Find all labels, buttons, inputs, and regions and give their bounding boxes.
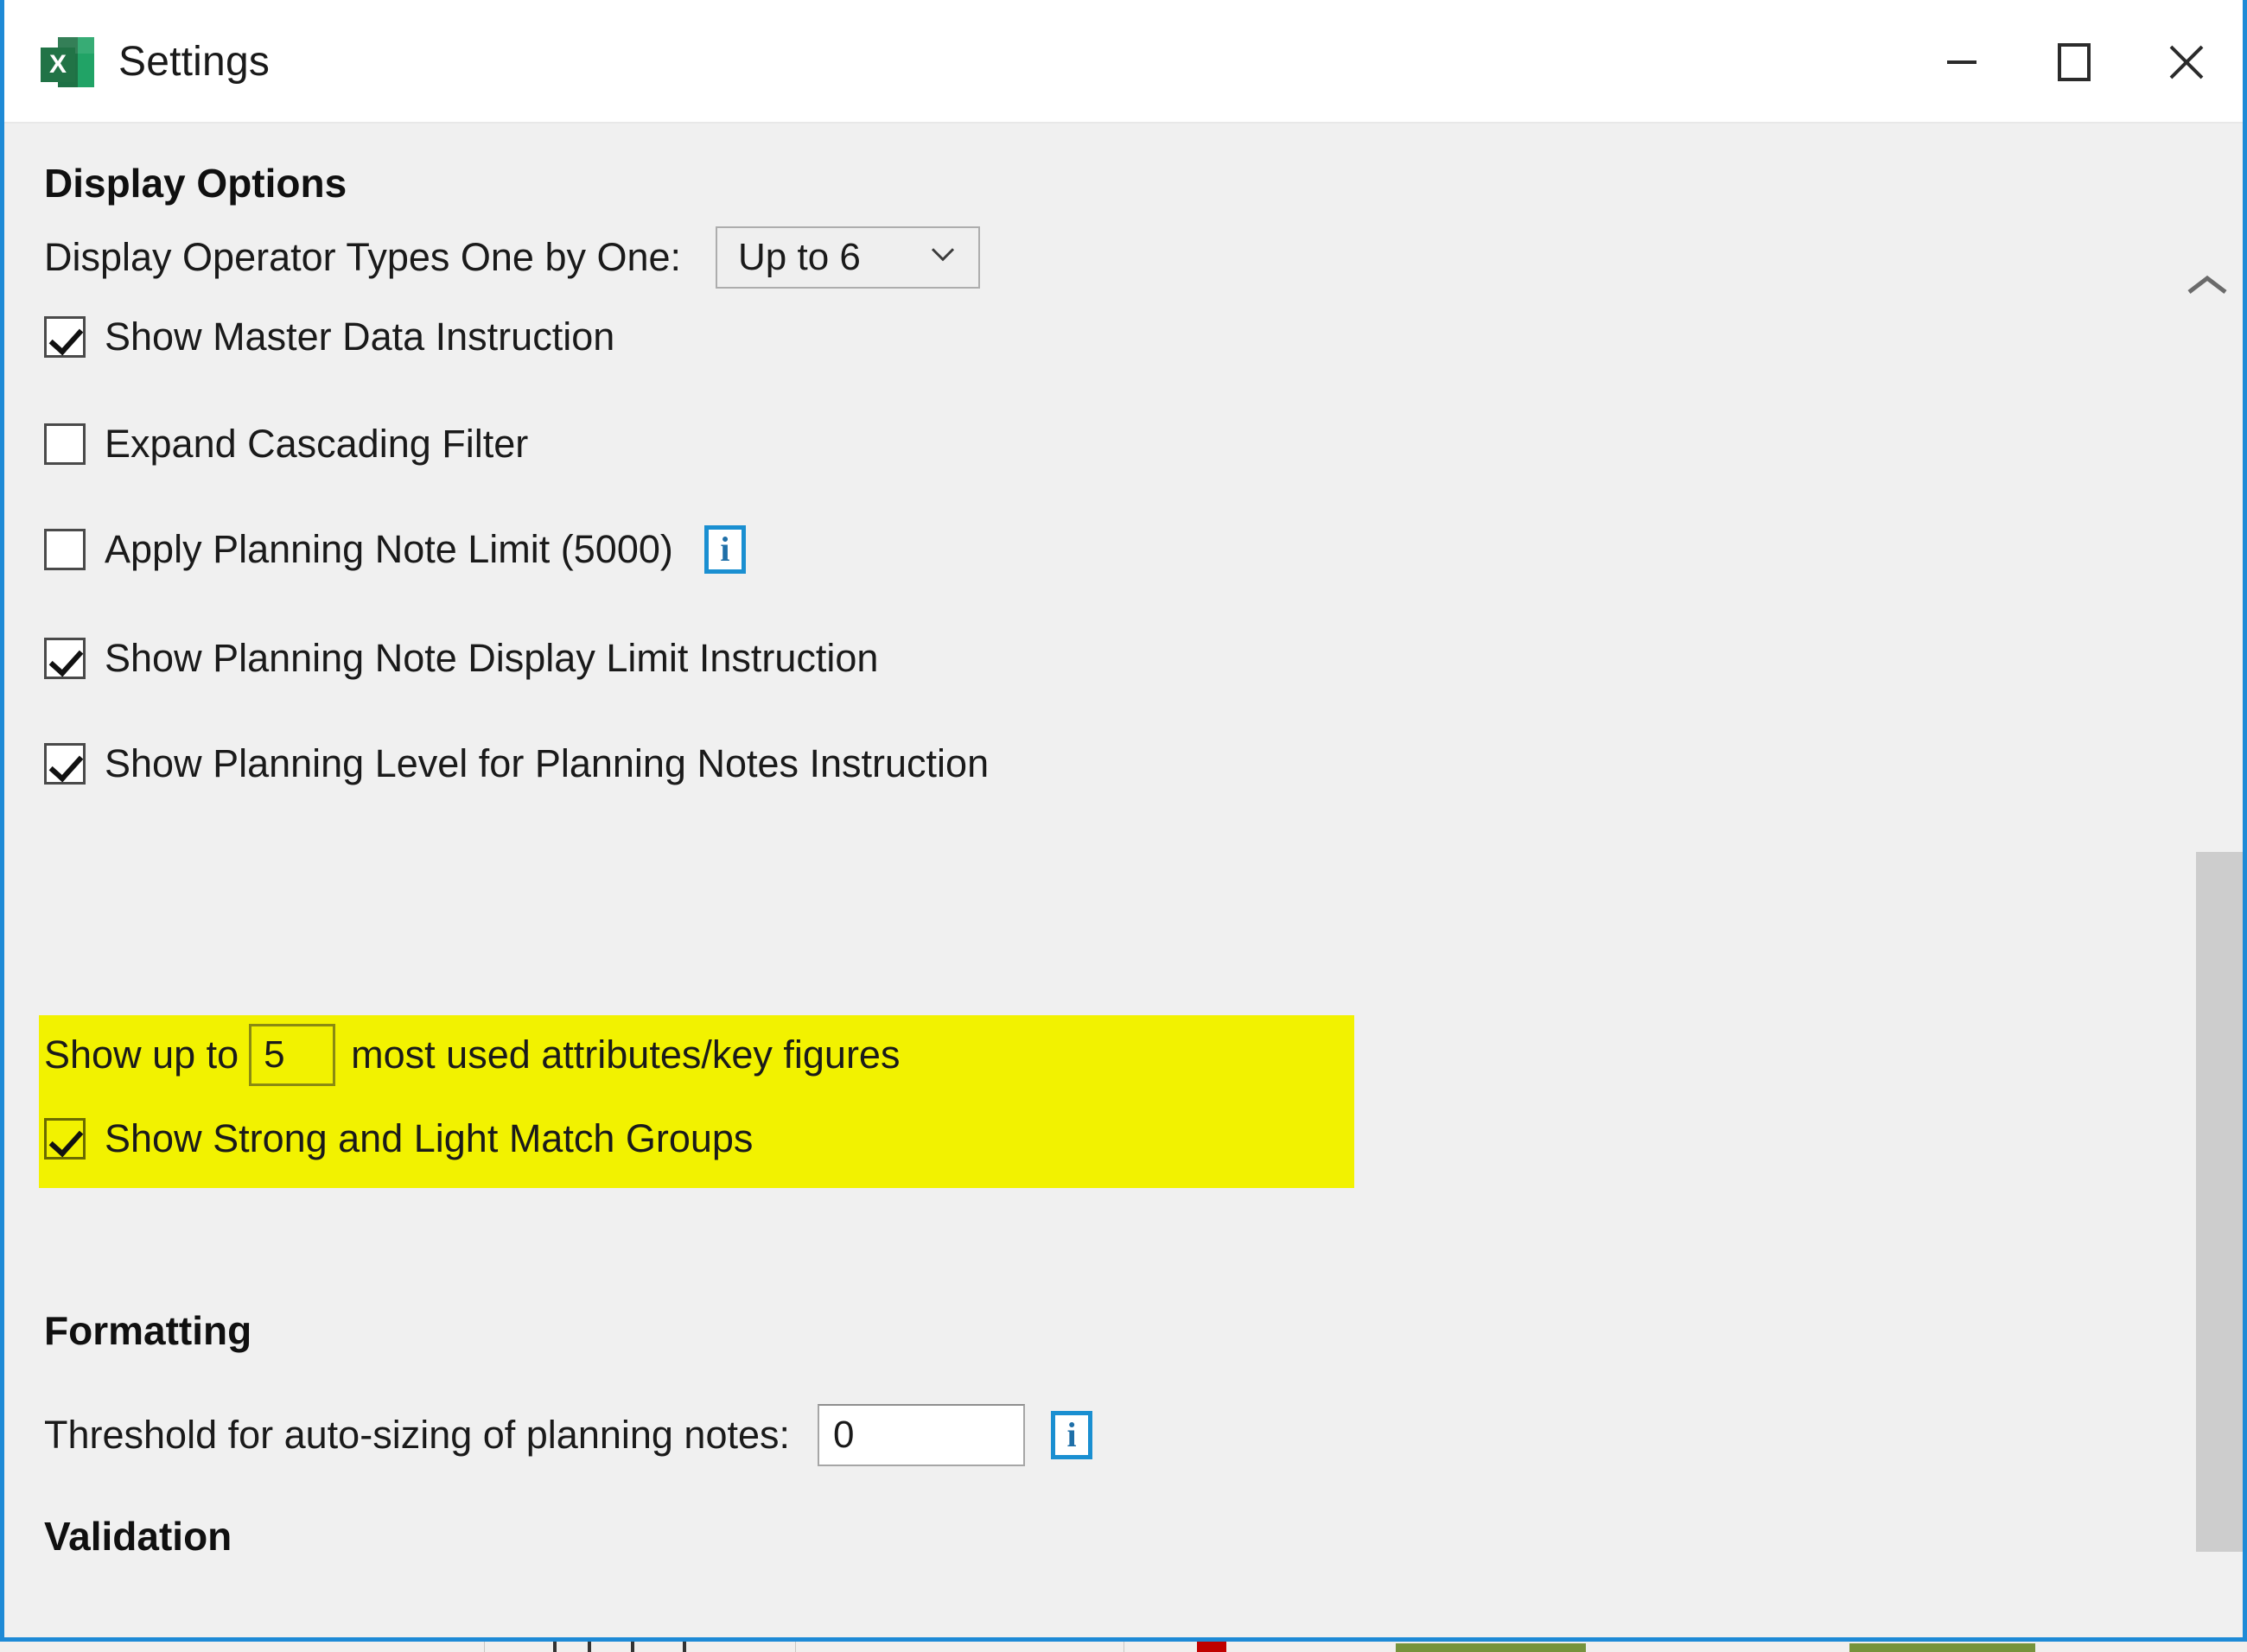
- checkbox-label: Apply Planning Note Limit (5000): [105, 527, 673, 572]
- display-operator-types-value: Up to 6: [738, 236, 861, 279]
- checkbox-label: Expand Cascading Filter: [105, 422, 528, 467]
- show-up-to-prefix-label: Show up to: [44, 1032, 239, 1077]
- excel-icon-tile: X: [41, 48, 75, 82]
- scroll-up-button[interactable]: [2172, 247, 2243, 325]
- checkbox-label: Show Planning Level for Planning Notes I…: [105, 741, 989, 786]
- row-display-operator-types: Display Operator Types One by One: Up to…: [44, 210, 980, 305]
- threshold-input[interactable]: 0: [818, 1404, 1025, 1466]
- host-bar-red: [1197, 1640, 1226, 1652]
- chevron-up-icon: [2184, 273, 2231, 299]
- checkbox-label: Show Master Data Instruction: [105, 315, 614, 359]
- info-icon-planning-note-limit[interactable]: i: [704, 525, 746, 574]
- excel-icon: X: [41, 35, 94, 89]
- title-bar: X Settings: [4, 0, 2243, 124]
- row-expand-cascading-filter[interactable]: Expand Cascading Filter: [44, 417, 528, 471]
- row-threshold-auto-sizing: Threshold for auto-sizing of planning no…: [44, 1401, 1092, 1470]
- window-title: Settings: [118, 38, 270, 86]
- window-controls: [1906, 0, 2243, 124]
- minimize-icon: [1942, 42, 1982, 82]
- excel-icon-letter: X: [49, 52, 67, 78]
- minimize-button[interactable]: [1906, 0, 2018, 124]
- checkbox-show-planning-note-display-limit-instruction[interactable]: [44, 638, 86, 679]
- row-apply-planning-note-limit[interactable]: Apply Planning Note Limit (5000) i: [44, 523, 746, 576]
- most-used-count-input[interactable]: 5: [249, 1024, 335, 1086]
- close-icon: [2164, 40, 2209, 85]
- checkbox-label: Show Strong and Light Match Groups: [105, 1116, 753, 1161]
- info-icon-glyph: i: [720, 532, 729, 567]
- vertical-scrollbar[interactable]: [2172, 247, 2243, 1642]
- row-show-planning-note-display-limit-instruction[interactable]: Show Planning Note Display Limit Instruc…: [44, 632, 878, 685]
- threshold-label: Threshold for auto-sizing of planning no…: [44, 1413, 790, 1458]
- checkbox-expand-cascading-filter[interactable]: [44, 423, 86, 465]
- most-used-count-value: 5: [264, 1033, 284, 1077]
- checkbox-show-master-data-instruction[interactable]: [44, 316, 86, 358]
- checkbox-show-planning-level-for-planning-notes-instruction[interactable]: [44, 743, 86, 785]
- settings-content: Display Options Display Operator Types O…: [4, 124, 2243, 1642]
- maximize-button[interactable]: [2018, 0, 2130, 124]
- settings-dialog: X Settings: [0, 0, 2247, 1642]
- section-heading-display-options: Display Options: [44, 160, 347, 206]
- row-show-master-data-instruction[interactable]: Show Master Data Instruction: [44, 310, 614, 364]
- row-show-planning-level-instruction[interactable]: Show Planning Level for Planning Notes I…: [44, 737, 989, 791]
- display-operator-types-select[interactable]: Up to 6: [716, 226, 980, 289]
- display-operator-types-label: Display Operator Types One by One:: [44, 235, 681, 280]
- host-bar-green: [1396, 1643, 1586, 1652]
- checkbox-label: Show Planning Note Display Limit Instruc…: [105, 636, 878, 681]
- show-up-to-suffix-label: most used attributes/key figures: [351, 1032, 900, 1077]
- checkbox-show-strong-and-light-match-groups[interactable]: [44, 1118, 86, 1160]
- section-heading-validation: Validation: [44, 1513, 232, 1560]
- chevron-down-icon: [930, 245, 956, 267]
- host-bar-green: [1849, 1643, 2035, 1652]
- threshold-value: 0: [833, 1414, 854, 1457]
- row-show-strong-and-light-match-groups[interactable]: Show Strong and Light Match Groups: [44, 1112, 753, 1166]
- row-show-up-to-most-used: Show up to 5 most used attributes/key fi…: [44, 1020, 900, 1090]
- maximize-icon: [2054, 41, 2094, 84]
- info-icon-glyph: i: [1066, 1418, 1076, 1452]
- section-heading-formatting: Formatting: [44, 1307, 251, 1354]
- info-icon-threshold[interactable]: i: [1051, 1411, 1092, 1459]
- scrollbar-thumb[interactable]: [2196, 852, 2243, 1552]
- close-button[interactable]: [2130, 0, 2243, 124]
- checkbox-apply-planning-note-limit[interactable]: [44, 529, 86, 570]
